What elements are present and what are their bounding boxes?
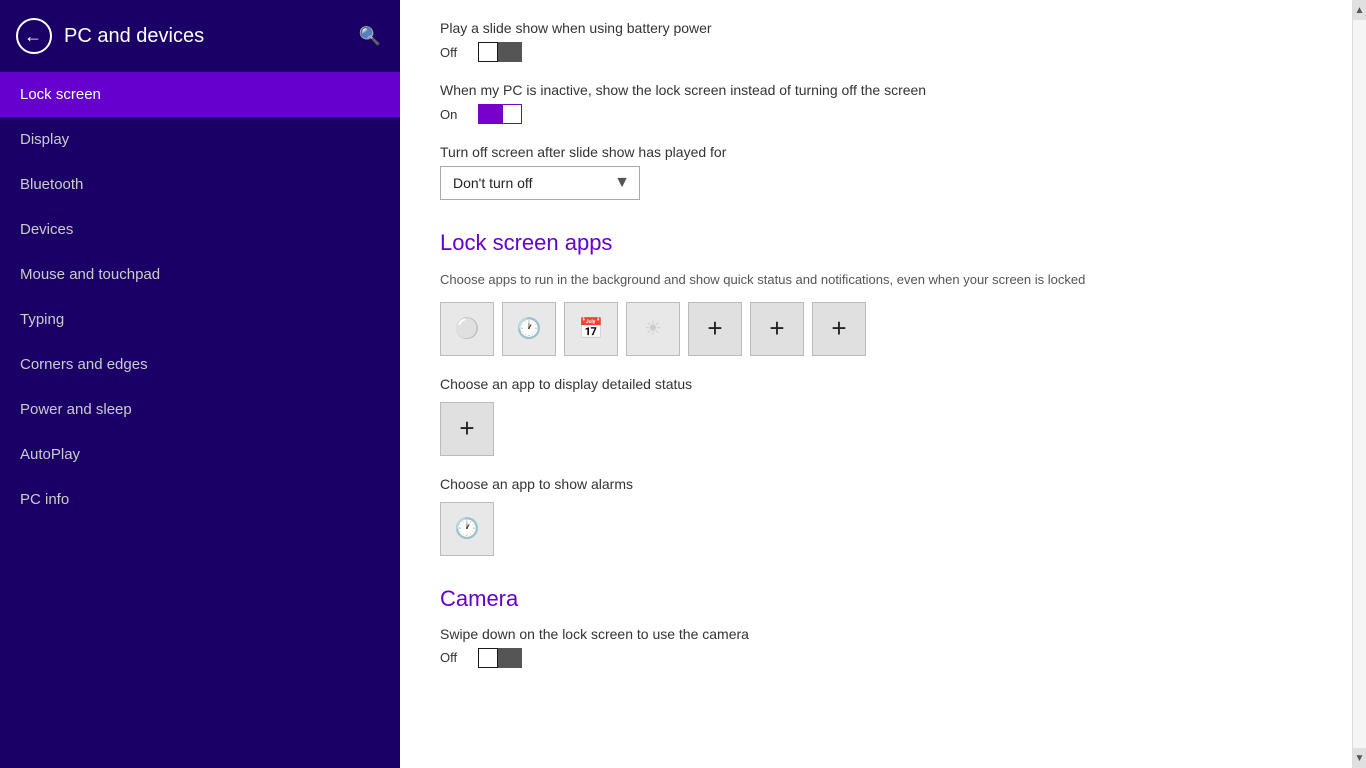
alarms-label: Choose an app to show alarms [440,476,1312,492]
alarm-clock-icon-box[interactable]: 🕐 [440,502,494,556]
slide-show-toggle[interactable] [478,42,522,62]
inactive-toggle-row: On [440,104,1312,124]
app-add-button-1[interactable]: + [688,302,742,356]
lock-screen-apps-heading: Lock screen apps [440,230,1312,256]
sidebar-item-power-sleep[interactable]: Power and sleep [0,387,400,432]
sidebar-item-lock-screen[interactable]: Lock screen [0,72,400,117]
sidebar-item-typing[interactable]: Typing [0,297,400,342]
sidebar-item-corners-edges[interactable]: Corners and edges [0,342,400,387]
turnoff-label: Turn off screen after slide show has pla… [440,144,1312,160]
scroll-down-button[interactable]: ▼ [1353,748,1366,768]
inactive-state: On [440,107,464,122]
apps-row: ⚪ 🕐 📅 ☀ + + + [440,302,1312,356]
app-icon-brightness[interactable]: ☀ [626,302,680,356]
back-button[interactable]: ← [16,18,52,54]
app-icon-clock[interactable]: 🕐 [502,302,556,356]
app-icon-world[interactable]: ⚪ [440,302,494,356]
inactive-thumb [503,105,521,123]
slide-show-state: Off [440,45,464,60]
inactive-toggle[interactable] [478,104,522,124]
camera-toggle-row: Off [440,648,1312,668]
add-2-icon: + [769,313,784,344]
sidebar-item-display[interactable]: Display [0,117,400,162]
sidebar: ← PC and devices 🔍 Lock screenDisplayBlu… [0,0,400,768]
slide-show-label: Play a slide show when using battery pow… [440,20,1312,36]
sidebar-header: ← PC and devices 🔍 [0,0,400,72]
camera-thumb [479,649,497,667]
sidebar-item-bluetooth[interactable]: Bluetooth [0,162,400,207]
brightness-icon: ☀ [644,316,662,341]
lock-screen-apps-desc: Choose apps to run in the background and… [440,270,1312,290]
nav-list: Lock screenDisplayBluetoothDevicesMouse … [0,72,400,522]
slide-show-thumb [479,43,497,61]
inactive-label: When my PC is inactive, show the lock sc… [440,82,1312,98]
sidebar-title: PC and devices [64,25,344,48]
add-3-icon: + [831,313,846,344]
camera-state: Off [440,650,464,665]
sidebar-item-devices[interactable]: Devices [0,207,400,252]
detailed-add-icon: + [459,413,474,444]
app-add-button-3[interactable]: + [812,302,866,356]
alarms-row: 🕐 [440,502,1312,556]
world-icon: ⚪ [455,316,480,341]
camera-heading: Camera [440,586,1312,612]
main-content: Play a slide show when using battery pow… [400,0,1352,768]
detailed-status-add-button[interactable]: + [440,402,494,456]
scrollbar: ▲ ▼ [1352,0,1366,768]
calendar-icon: 📅 [579,316,604,341]
search-icon: 🔍 [359,26,381,47]
app-add-button-2[interactable]: + [750,302,804,356]
slide-show-toggle-row: Off [440,42,1312,62]
sidebar-item-mouse-touchpad[interactable]: Mouse and touchpad [0,252,400,297]
camera-desc: Swipe down on the lock screen to use the… [440,626,1312,642]
app-icon-calendar[interactable]: 📅 [564,302,618,356]
detailed-status-label: Choose an app to display detailed status [440,376,1312,392]
back-icon: ← [24,27,42,45]
sidebar-item-autoplay[interactable]: AutoPlay [0,432,400,477]
sidebar-item-pc-info[interactable]: PC info [0,477,400,522]
add-1-icon: + [707,313,722,344]
turnoff-dropdown-wrapper: Don't turn off 5 minutes 10 minutes 30 m… [440,166,640,200]
turnoff-dropdown[interactable]: Don't turn off 5 minutes 10 minutes 30 m… [440,166,640,200]
alarm-clock-icon: 🕐 [455,516,480,541]
clock-icon: 🕐 [517,316,542,341]
scroll-up-button[interactable]: ▲ [1353,0,1366,20]
camera-toggle[interactable] [478,648,522,668]
search-button[interactable]: 🔍 [356,22,384,50]
detailed-status-row: + [440,402,1312,456]
